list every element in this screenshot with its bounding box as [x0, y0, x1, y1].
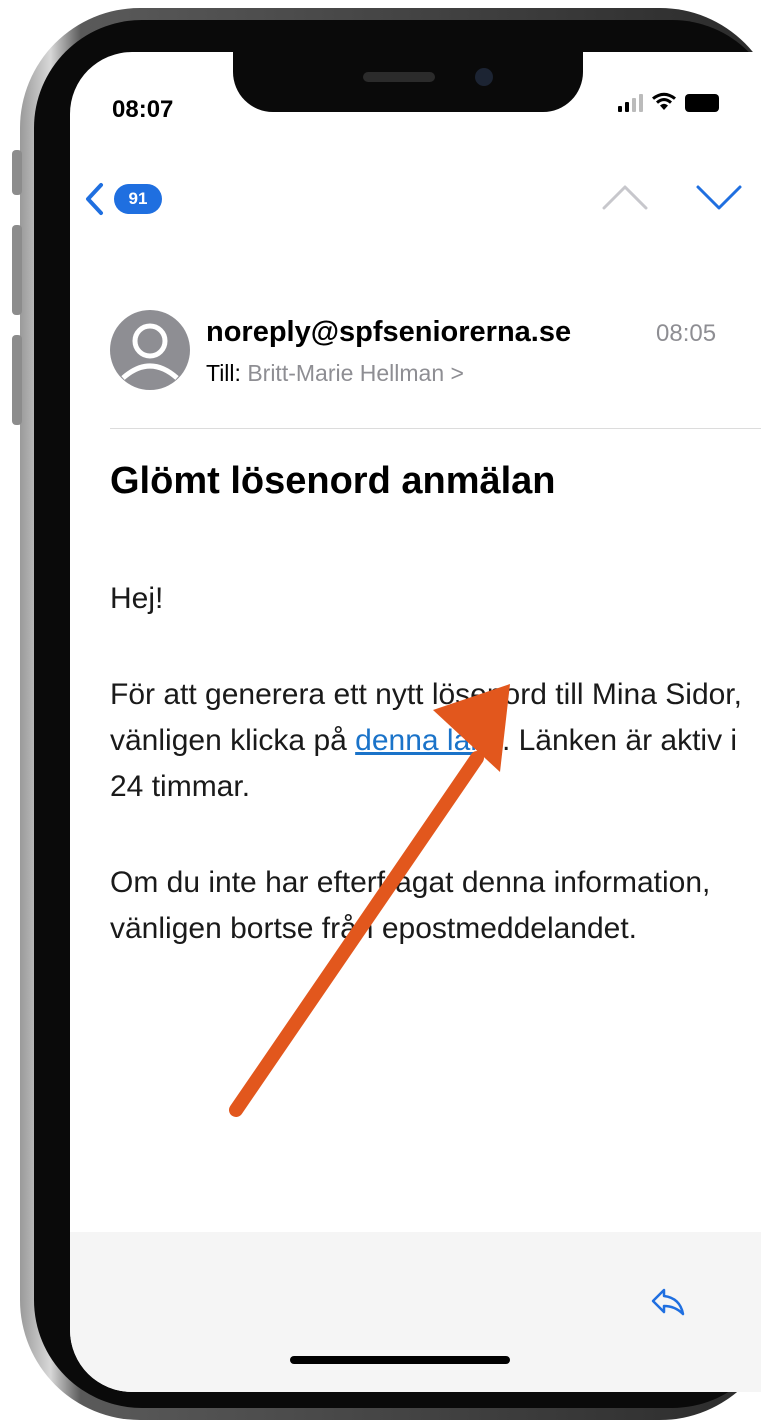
volume-up-button [12, 225, 22, 315]
chevron-up-icon[interactable] [600, 182, 650, 212]
recipient-line[interactable]: Till: Britt-Marie Hellman > [206, 360, 464, 387]
unread-count-badge: 91 [114, 184, 162, 214]
back-chevron-icon [86, 183, 103, 215]
battery-icon [685, 94, 719, 112]
reply-icon[interactable] [650, 1286, 686, 1318]
mute-switch [12, 150, 22, 195]
sender-header: noreply@spfseniorerna.se 08:05 Till: Bri… [110, 310, 761, 400]
bottom-toolbar [70, 1232, 761, 1392]
phone-screen: 08:07 91 noreply@spfseniorerna.se 08:05 … [70, 52, 761, 1392]
avatar-icon[interactable] [110, 310, 190, 390]
back-button[interactable]: 91 [84, 174, 184, 224]
status-time: 08:07 [112, 96, 174, 123]
recipient-name: Britt-Marie Hellman > [247, 360, 464, 386]
signal-icon [618, 94, 643, 112]
notch [233, 52, 583, 112]
email-greeting: Hej! [110, 582, 164, 615]
wifi-icon [652, 92, 676, 110]
mail-nav-bar: 91 [70, 164, 761, 236]
front-camera [475, 68, 493, 86]
chevron-down-icon[interactable] [694, 182, 744, 212]
email-paragraph-1: För att generera ett nytt lösenord till … [110, 672, 750, 810]
email-paragraph-2: Om du inte har efterfrågat denna informa… [110, 866, 711, 945]
speaker-grille [363, 72, 435, 82]
email-time: 08:05 [656, 320, 717, 347]
header-divider [110, 428, 761, 429]
home-indicator [290, 1356, 510, 1364]
sender-address[interactable]: noreply@spfseniorerna.se [206, 316, 571, 349]
status-icons [618, 92, 719, 112]
to-label: Till: [206, 360, 241, 386]
email-subject: Glömt lösenord anmälan [110, 460, 556, 502]
volume-down-button [12, 335, 22, 425]
reset-password-link[interactable]: denna länk [355, 724, 502, 757]
